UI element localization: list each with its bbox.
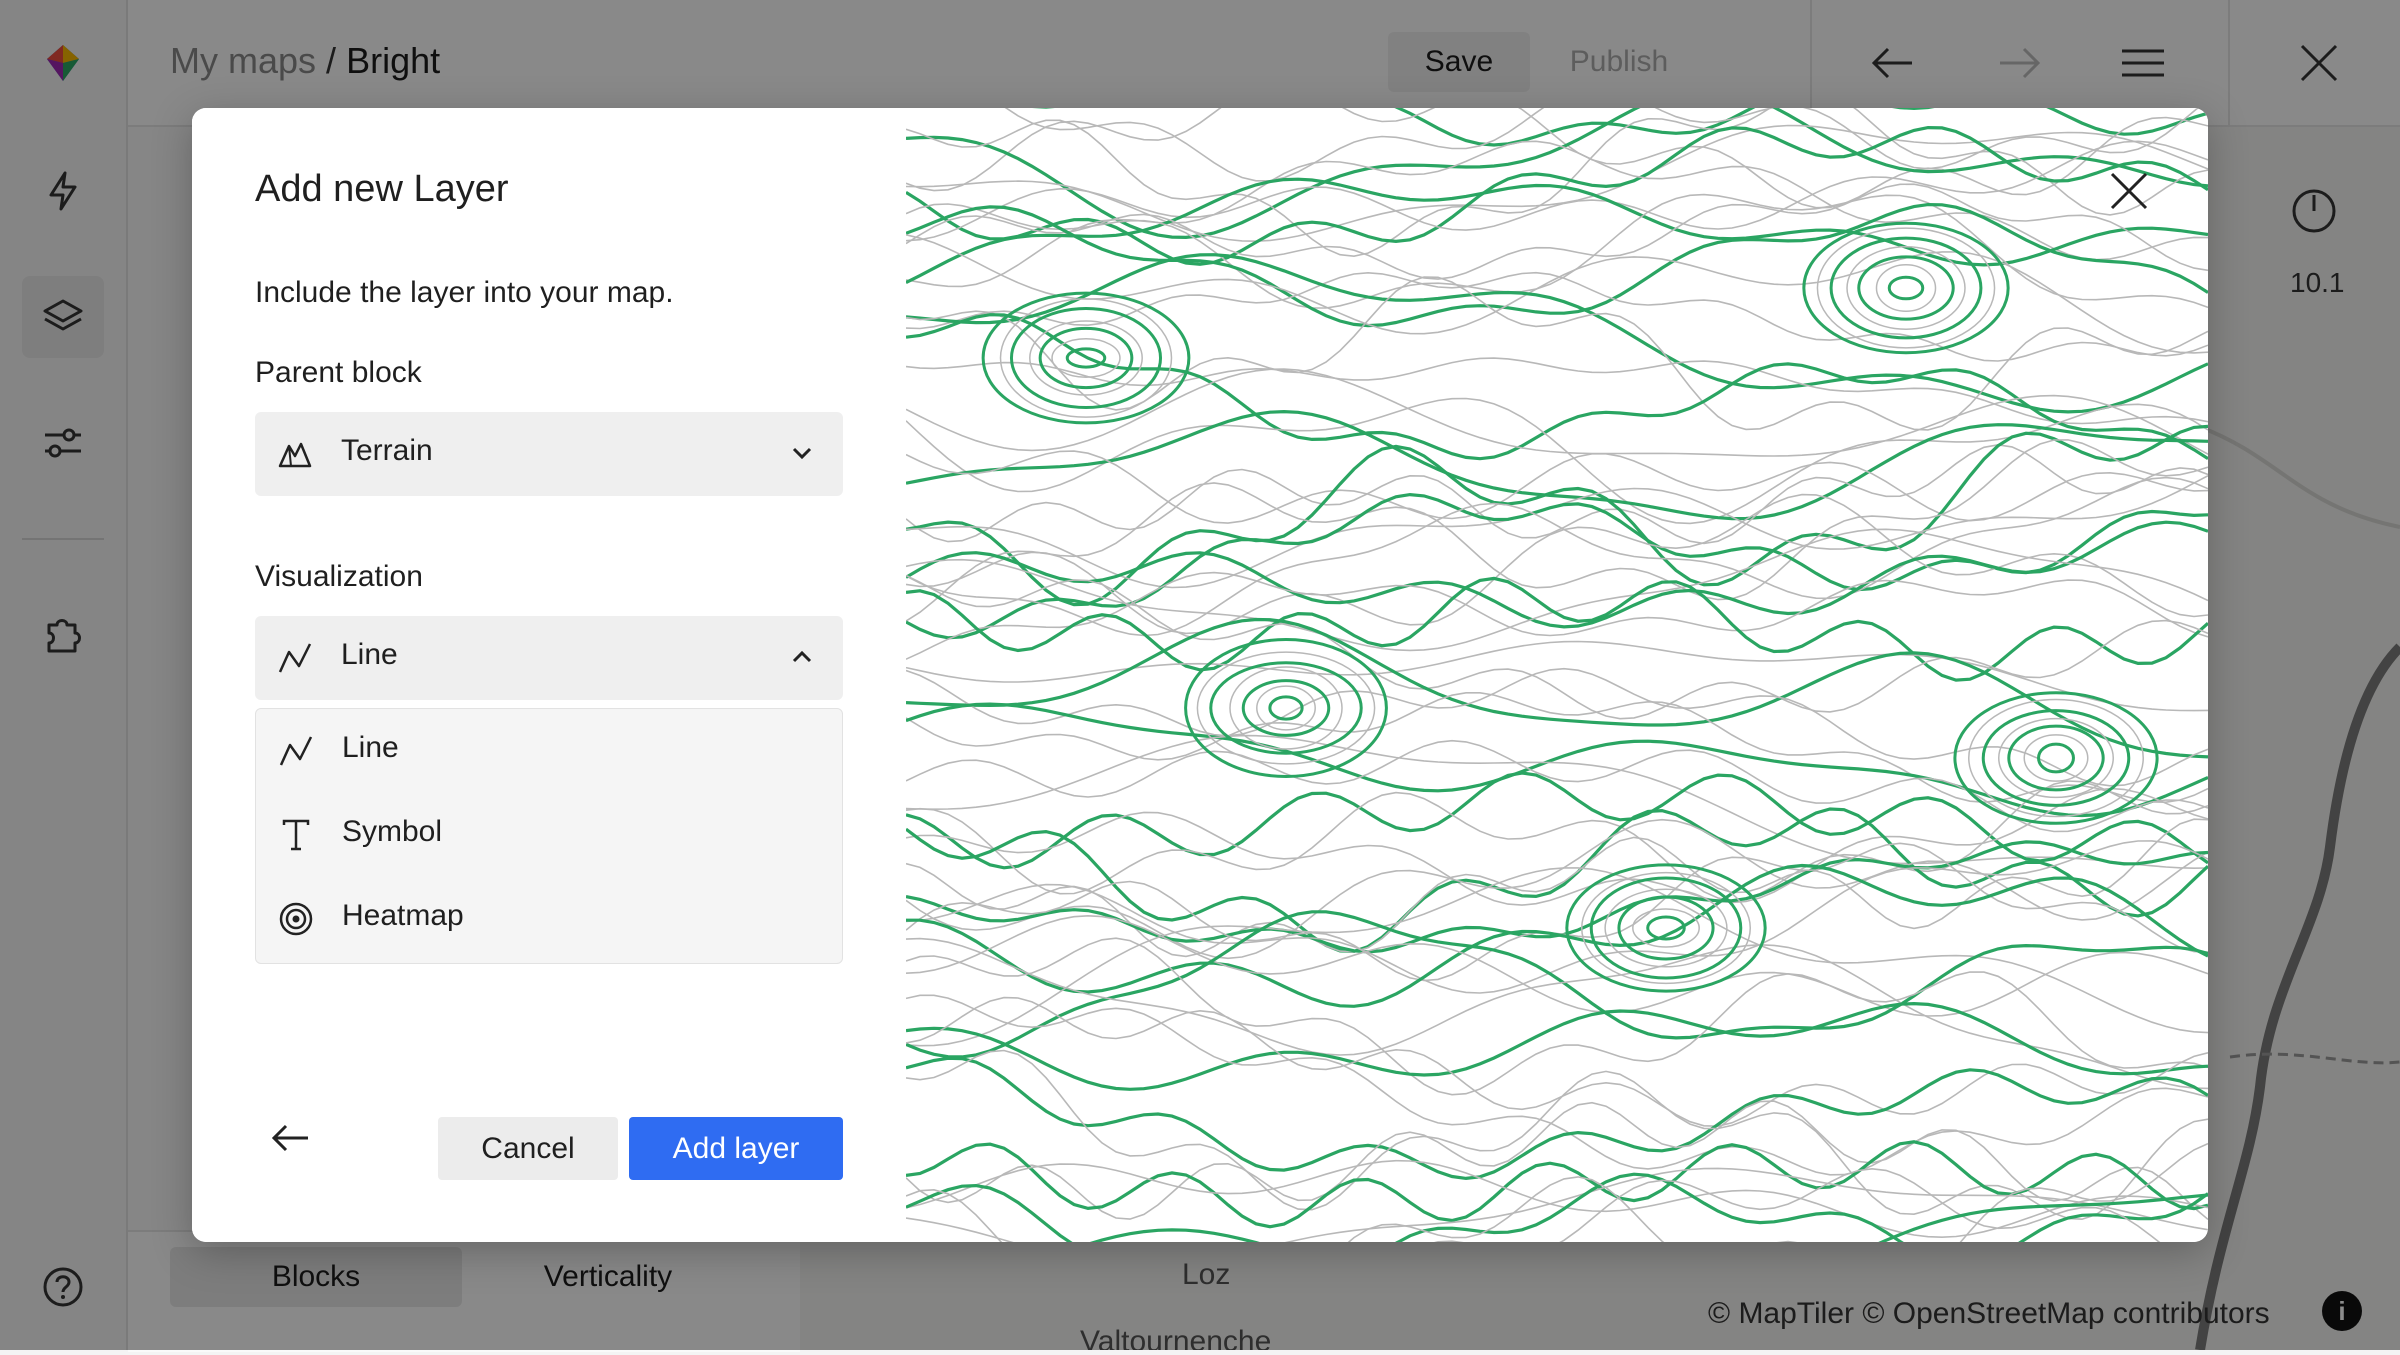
layer-preview-map <box>906 108 2208 1242</box>
cancel-button[interactable]: Cancel <box>438 1117 618 1180</box>
hill-contour-ring <box>1565 863 1767 993</box>
hill-contour-ring <box>1632 908 1700 948</box>
minor-contour-line <box>906 357 2208 425</box>
visualization-select[interactable]: Line <box>255 616 843 700</box>
minor-contour-line <box>906 140 2208 288</box>
line-chart-icon <box>279 736 313 766</box>
chevron-up-icon <box>792 650 812 663</box>
major-contour-line <box>906 771 2208 870</box>
hill-contour-ring <box>1846 246 1966 330</box>
minor-contour-line <box>906 528 2208 652</box>
hill-contour-ring <box>1968 698 2144 818</box>
option-label: Heatmap <box>342 899 464 932</box>
minor-contour-line <box>906 937 2208 1096</box>
parent-block-label: Parent block <box>255 356 422 389</box>
major-contour-line <box>906 576 2208 682</box>
hill-contour-ring <box>1857 255 1955 321</box>
minor-contour-line <box>906 1159 2208 1239</box>
contour-preview-image <box>906 108 2208 1242</box>
chevron-down-icon <box>792 447 812 460</box>
minor-contour-line <box>906 842 2208 982</box>
heatmap-icon <box>279 902 313 936</box>
hill-contour-ring <box>2023 734 2089 782</box>
close-modal-icon[interactable] <box>2104 166 2154 216</box>
visualization-value: Line <box>341 638 398 671</box>
minor-contour-line <box>906 734 2208 870</box>
back-arrow-icon[interactable] <box>268 1116 312 1160</box>
hill-contour-ring <box>1875 263 1937 313</box>
hill-contour-ring <box>1604 888 1728 968</box>
visualization-dropdown: Line Symbol Heatmap <box>255 708 843 964</box>
parent-block-select[interactable]: Terrain <box>255 412 843 496</box>
hill-contour-ring <box>1209 661 1363 755</box>
option-label: Line <box>342 731 399 764</box>
option-heatmap[interactable]: Heatmap <box>256 877 842 961</box>
visualization-label: Visualization <box>255 560 423 593</box>
text-symbol-icon <box>282 819 310 851</box>
parent-block-value: Terrain <box>341 434 433 467</box>
terrain-icon <box>278 442 312 468</box>
modal-description: Include the layer into your map. <box>255 276 674 309</box>
hill-contour-ring <box>1887 275 1925 301</box>
major-contour-line <box>906 807 2208 954</box>
minor-contour-line <box>906 443 2208 545</box>
modal-title: Add new Layer <box>255 168 509 210</box>
add-layer-modal: Add new Layer Include the layer into you… <box>192 108 2208 1242</box>
option-symbol[interactable]: Symbol <box>256 793 842 877</box>
minor-contour-line <box>906 867 2208 1047</box>
hill-contour-ring <box>1589 876 1743 980</box>
line-chart-icon <box>278 643 312 673</box>
hill-contour-ring <box>1196 651 1376 765</box>
major-contour-line <box>906 424 2208 607</box>
minor-contour-line <box>906 937 2208 1090</box>
hill-contour-ring <box>1829 236 1983 340</box>
hill-contour-ring <box>1184 638 1388 778</box>
add-layer-button[interactable]: Add layer <box>629 1117 843 1180</box>
minor-contour-line <box>906 780 2208 902</box>
minor-contour-line <box>906 271 2208 362</box>
hill-contour-ring <box>1802 221 2010 355</box>
minor-contour-line <box>906 996 2208 1128</box>
modal-form-panel: Add new Layer Include the layer into you… <box>192 108 906 1242</box>
option-label: Symbol <box>342 815 443 848</box>
hill-contour-ring <box>2007 724 2105 792</box>
option-line[interactable]: Line <box>256 709 842 793</box>
